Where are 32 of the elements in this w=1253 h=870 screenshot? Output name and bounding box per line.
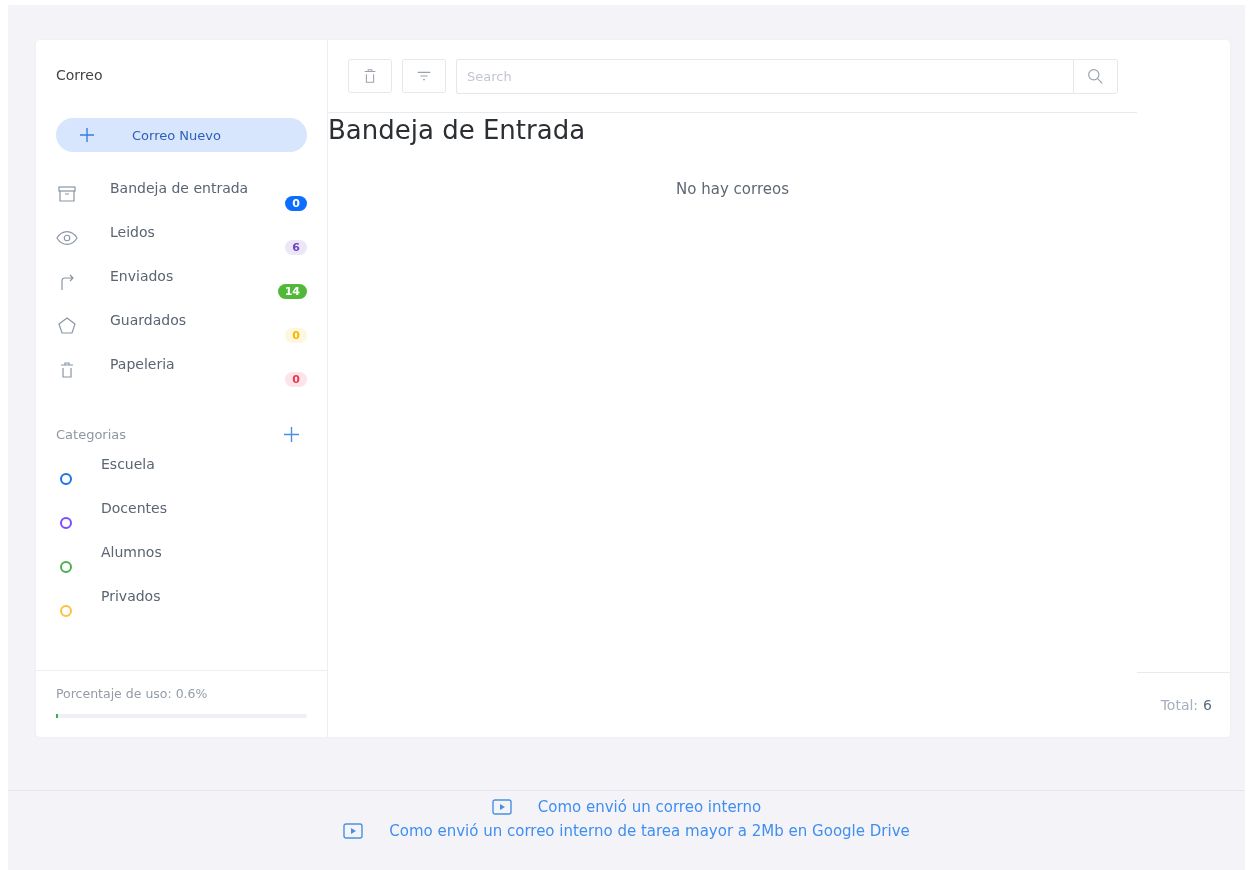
count-badge: 6 [285,240,307,255]
eye-icon [56,228,78,248]
section-heading: Categorias [56,427,127,442]
new-mail-button[interactable]: Correo Nuevo [56,118,307,152]
folder-item[interactable]: Leidos [110,224,286,240]
category-item[interactable]: Privados [101,588,161,604]
plus-icon [80,128,94,142]
page-title: Bandeja de Entrada [328,115,587,145]
add-icon[interactable] [284,427,299,442]
category-item[interactable]: Escuela [101,456,155,472]
category-item[interactable]: Docentes [101,500,167,516]
count-badge: 0 [285,372,307,387]
search-icon[interactable] [1073,59,1118,94]
count-badge: 0 [285,328,307,343]
folder-item[interactable]: Papeleria [110,356,286,372]
empty-message: No hay correos [675,180,790,198]
archive-icon [56,184,78,204]
app-title: Correo [55,66,104,83]
usage-label: Porcentaje de uso: 0.6% [56,686,209,701]
total-label: Total: [1160,697,1199,713]
count-badge: 14 [277,284,307,299]
video-icon [343,823,364,839]
folder-item[interactable]: Guardados [110,312,286,328]
count-badge: 0 [285,196,307,211]
video-icon [491,799,512,815]
filter-button[interactable] [402,59,446,93]
folder-item[interactable]: Enviados [110,268,278,284]
category-item[interactable]: Alumnos [101,544,162,560]
delete-button[interactable] [348,59,392,93]
folder-item[interactable]: Bandeja de entrada [110,180,286,196]
total-value: 6 [1203,697,1212,713]
search-field[interactable]: Search [456,59,1073,94]
